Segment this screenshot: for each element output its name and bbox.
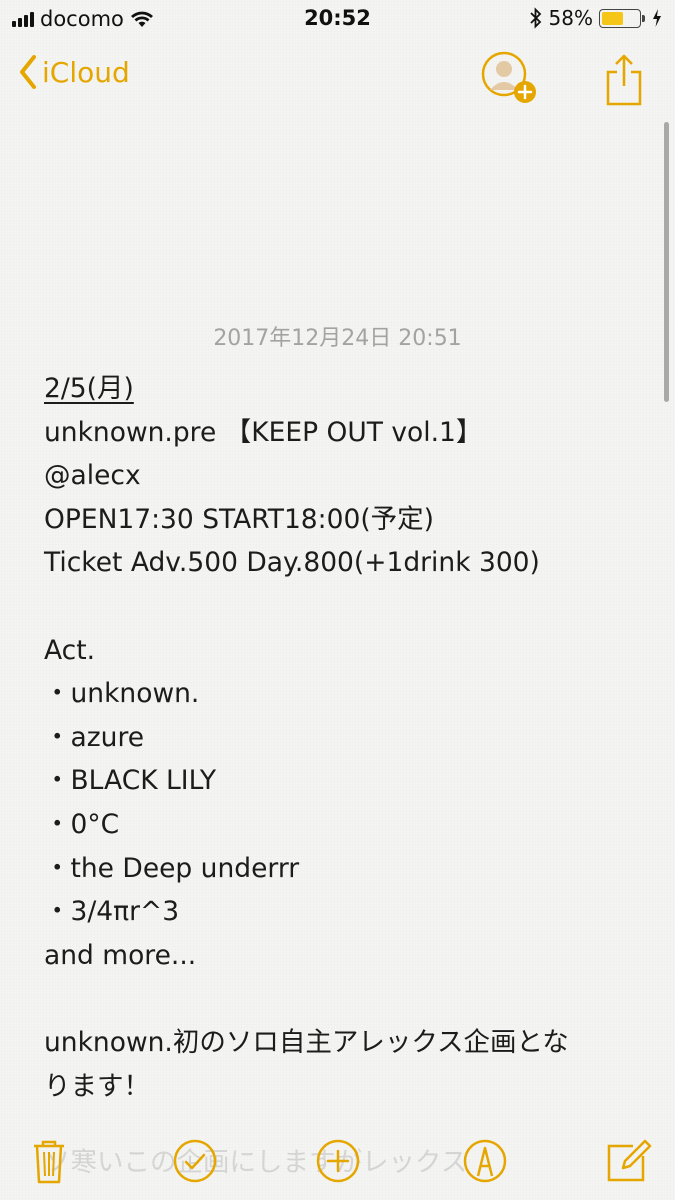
battery-percent: 58% xyxy=(548,6,593,30)
checklist-icon xyxy=(173,1139,217,1183)
add-person-icon xyxy=(481,51,536,103)
status-right: 58% xyxy=(529,6,663,30)
note-line: @alecx xyxy=(44,460,141,492)
share-button[interactable] xyxy=(604,50,644,106)
note-blank-line xyxy=(44,977,644,1021)
add-button[interactable] xyxy=(313,1136,363,1186)
bluetooth-icon xyxy=(529,7,541,29)
note-body[interactable]: 2/5(月) unknown.pre 【KEEP OUT vol.1】 @ale… xyxy=(44,367,644,1108)
markup-button[interactable] xyxy=(460,1136,510,1186)
delete-button[interactable] xyxy=(24,1136,74,1186)
note-line: ・0°C xyxy=(44,808,120,840)
back-label: iCloud xyxy=(42,55,130,89)
add-people-button[interactable] xyxy=(480,50,538,106)
battery-icon xyxy=(599,8,645,28)
note-line: ります！ xyxy=(44,1070,150,1102)
compose-button[interactable] xyxy=(603,1136,653,1186)
note-line: ・unknown. xyxy=(44,678,200,710)
trash-icon xyxy=(34,1140,64,1184)
note-line: Ticket Adv.500 Day.800(+1drink 300) xyxy=(44,547,540,579)
markup-icon xyxy=(463,1139,507,1183)
back-button[interactable]: iCloud xyxy=(18,54,130,90)
share-icon xyxy=(606,54,642,106)
compose-icon xyxy=(607,1139,652,1182)
note-line: ・azure xyxy=(44,721,145,753)
chevron-left-icon xyxy=(20,55,36,89)
note-date: 2017年12月24日 20:51 xyxy=(213,326,462,351)
nav-bar: iCloud xyxy=(0,40,675,112)
note-line: ・the Deep underrr xyxy=(44,852,300,884)
scroll-indicator[interactable] xyxy=(664,122,669,402)
battery-fill xyxy=(602,11,623,25)
note-line: ・3/4πr^3 xyxy=(44,896,180,928)
note-line: unknown.pre 【KEEP OUT vol.1】 xyxy=(44,416,483,448)
checklist-button[interactable] xyxy=(170,1136,220,1186)
note-line: unknown.初のソロ自主アレックス企画とな xyxy=(44,1026,569,1058)
note-blank-line xyxy=(44,585,644,629)
bottom-toolbar xyxy=(0,1128,675,1200)
note-line: ・BLACK LILY xyxy=(44,765,217,797)
note-line: and more... xyxy=(44,939,197,971)
charging-icon xyxy=(653,9,661,27)
status-bar: docomo 20:52 58% xyxy=(0,0,675,40)
note-line: Act. xyxy=(44,634,96,666)
note-line: OPEN17:30 START18:00(予定) xyxy=(44,503,434,535)
add-icon xyxy=(316,1139,360,1183)
note-title: 2/5(月) xyxy=(44,373,134,404)
